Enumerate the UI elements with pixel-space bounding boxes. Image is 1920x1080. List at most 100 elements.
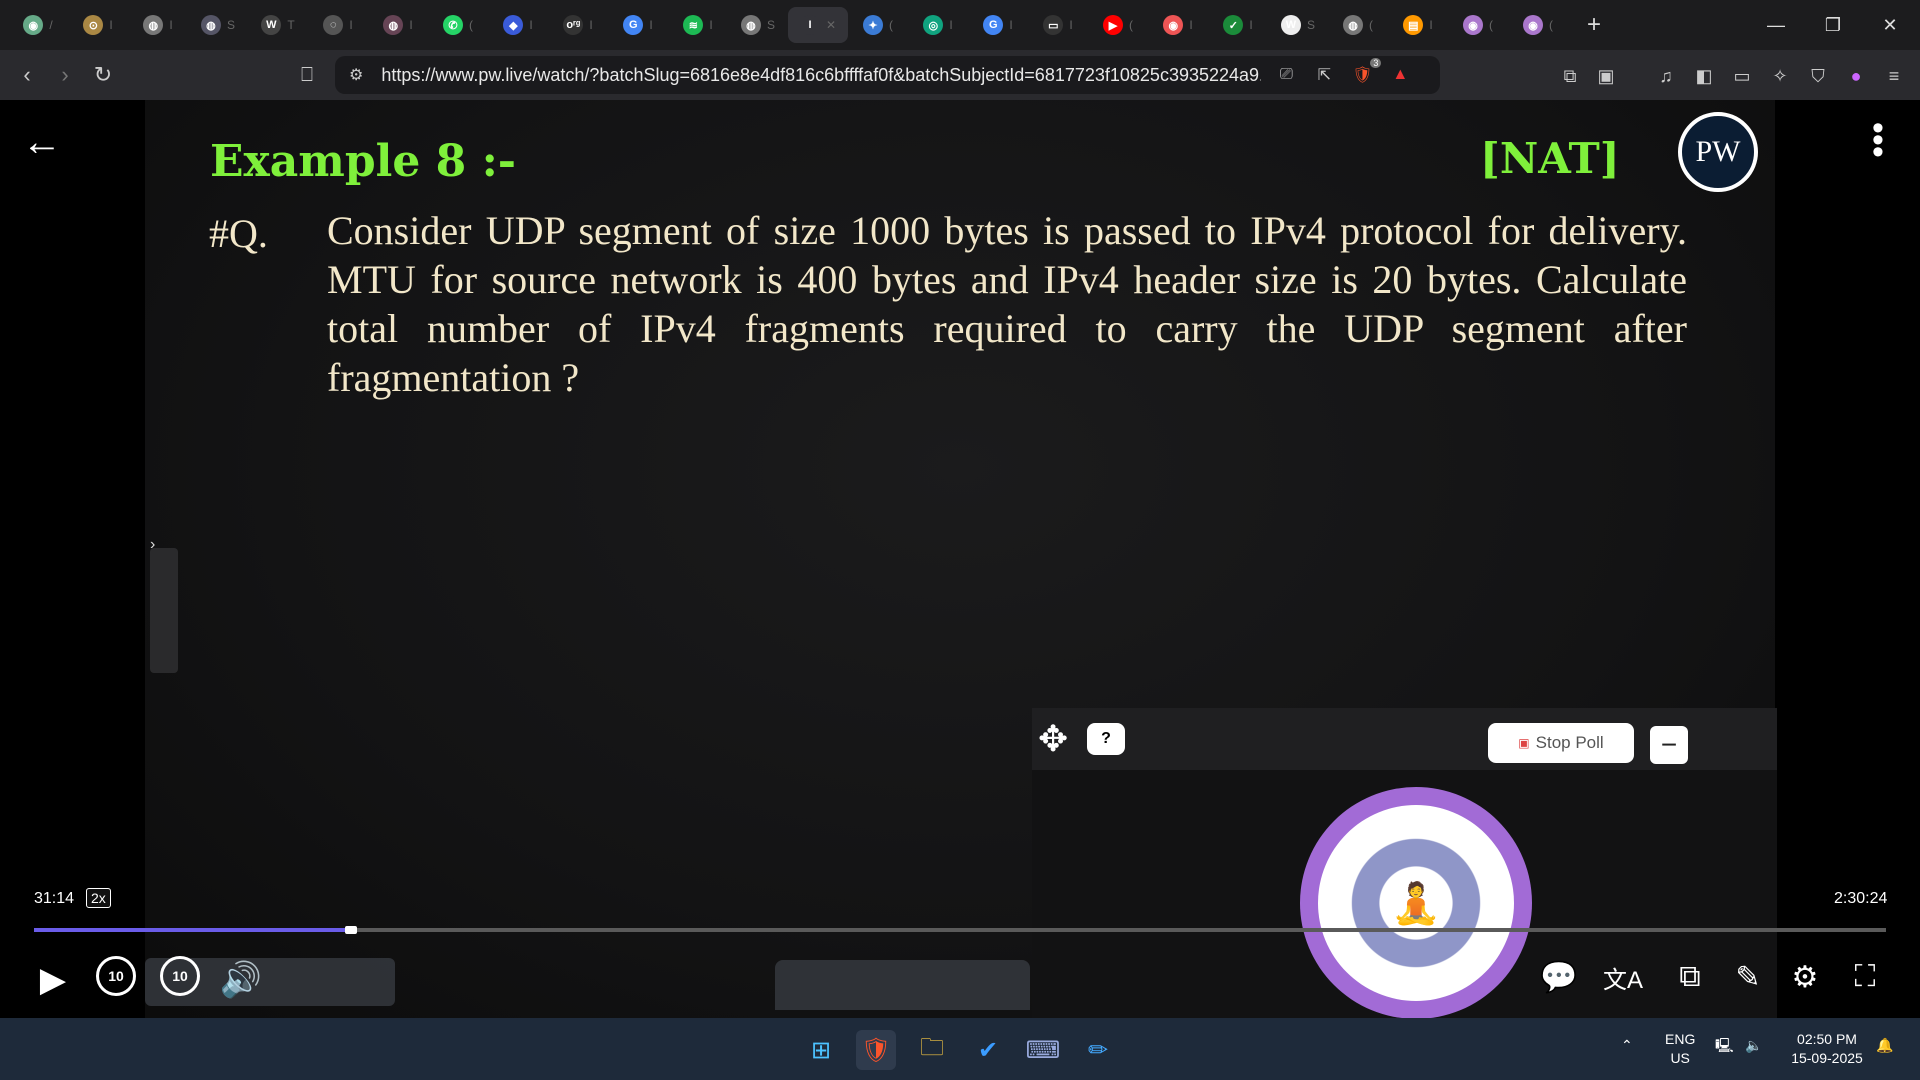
browser-tab[interactable]: ▤ I [1388, 7, 1448, 43]
fullscreen-icon[interactable]: ⛶ [1842, 954, 1888, 1000]
network-icon[interactable]: 🖳 [1715, 1036, 1734, 1055]
tray-chevron-icon[interactable]: ⌃ [1621, 1036, 1633, 1055]
close-window-icon[interactable]: ✕ [1862, 0, 1918, 50]
extensions-icon[interactable]: ⧉ [1556, 62, 1584, 90]
media-icon[interactable]: ♫ [1652, 62, 1680, 90]
browser-tab[interactable]: ✆( [428, 7, 488, 43]
settings-icon[interactable]: ⚙ [1782, 954, 1828, 1000]
browser-tab[interactable]: ▭ I [1028, 7, 1088, 43]
browser-tab[interactable]: ◍( [1328, 7, 1388, 43]
sidebar-icon[interactable]: ◧ [1690, 62, 1718, 90]
browser-tab[interactable]: oʳᵍ I [548, 7, 608, 43]
cast-icon[interactable]: ⎚ [1273, 62, 1299, 88]
player-back-arrow-icon[interactable]: ← [22, 120, 62, 165]
chat-icon[interactable]: 💬 [1536, 954, 1582, 1000]
browser-tab[interactable]: ◉ I [1148, 7, 1208, 43]
notification-bell-icon[interactable]: 🔔 [1876, 1036, 1893, 1055]
stop-poll-label: Stop Poll [1535, 733, 1604, 752]
wallet-icon[interactable]: ▭ [1728, 62, 1756, 90]
seek-bar[interactable] [34, 926, 1886, 934]
address-bar[interactable]: ⚙ https://www.pw.live/watch/?batchSlug=6… [335, 56, 1440, 94]
browser-tab[interactable]: ◆ I [488, 7, 548, 43]
rewind-10-icon[interactable]: 10 [96, 956, 136, 996]
tab-label: ( [1369, 18, 1373, 32]
notes-icon[interactable]: ✎ [1725, 954, 1771, 1000]
playback-speed-badge[interactable]: 2x [86, 888, 111, 908]
side-panel-chevron-icon[interactable]: › [150, 536, 155, 554]
url-text[interactable]: https://www.pw.live/watch/?batchSlug=681… [381, 65, 1261, 86]
browser-tab[interactable]: ▶( [1088, 7, 1148, 43]
browser-tab[interactable]: GI [968, 7, 1028, 43]
gear-meditation-icon: 🧘 [1341, 828, 1491, 978]
site-settings-icon[interactable]: ⚙ [349, 65, 363, 85]
stop-poll-button[interactable]: ▣ Stop Poll [1488, 723, 1634, 763]
browser-tab[interactable]: WT [248, 7, 308, 43]
question-type-tag: [NAT] [1480, 134, 1620, 183]
browser-tab[interactable]: ◉( [1448, 7, 1508, 43]
minimize-poll-button[interactable]: − [1650, 726, 1688, 764]
tab-label: S [226, 18, 235, 32]
menu-icon[interactable]: ≡ [1880, 62, 1908, 90]
speaker-icon[interactable]: 🔈 [1745, 1036, 1762, 1055]
tab-favicon-icon: ✓ [1223, 15, 1244, 35]
paint-icon[interactable]: ✏ [1078, 1030, 1118, 1070]
tab-label: I [709, 18, 713, 32]
question-label: #Q. [209, 211, 268, 256]
browser-tab[interactable]: I ✕ [788, 7, 848, 43]
move-icon[interactable]: ✥ [1038, 718, 1068, 760]
file-explorer-icon[interactable]: 🗀 [912, 1030, 952, 1070]
browser-tab[interactable]: ◌ I [308, 7, 368, 43]
seek-bar-handle[interactable] [344, 926, 357, 934]
profile-icon[interactable]: ● [1842, 62, 1870, 90]
picture-in-picture-icon[interactable]: ⧉ [1667, 954, 1713, 1000]
share-icon[interactable]: ⇱ [1311, 62, 1337, 88]
tab-favicon-icon: ◆ [503, 15, 524, 35]
vpn-icon[interactable]: ⛉ [1804, 62, 1832, 90]
tab-label: I [1429, 18, 1433, 32]
tab-favicon-icon: ≋ [683, 15, 704, 35]
browser-tab[interactable]: ✓ I [1208, 7, 1268, 43]
brave-taskbar-icon[interactable]: 🛡 [856, 1030, 896, 1070]
browser-tab[interactable]: ≋ I [668, 7, 728, 43]
leo-ai-icon[interactable]: ✧ [1766, 62, 1794, 90]
todo-icon[interactable]: ✔ [968, 1030, 1008, 1070]
tab-favicon-icon: ◍ [200, 15, 221, 35]
browser-tab[interactable]: ◍ I [128, 7, 188, 43]
language-indicator[interactable]: ENG US [1665, 1030, 1695, 1068]
browser-tab[interactable]: ◎ I [908, 7, 968, 43]
browser-tab[interactable]: ⊙ I [68, 7, 128, 43]
windows-start-icon[interactable]: ⊞ [801, 1030, 841, 1070]
side-panel-handle[interactable] [150, 548, 178, 673]
forward-10-icon[interactable]: 10 [160, 956, 200, 996]
keyboard-icon[interactable]: ⌨ [1023, 1030, 1063, 1070]
minimize-window-icon[interactable]: — [1748, 0, 1804, 50]
browser-tab[interactable]: ✦( [848, 7, 908, 43]
forward-icon[interactable]: › [46, 56, 84, 94]
brave-shields-icon[interactable]: 🛡 3 [1349, 58, 1382, 88]
browser-tab[interactable]: ◉ / [8, 7, 68, 43]
tab-favicon-icon: ▶ [1103, 15, 1123, 35]
browser-tab[interactable]: GI [608, 7, 668, 43]
translate-icon[interactable]: 文A [1600, 954, 1646, 1000]
reload-icon[interactable]: ↻ [84, 56, 122, 94]
brave-rewards-icon[interactable]: ▲ [1387, 62, 1413, 88]
back-icon[interactable]: ‹ [8, 56, 46, 94]
new-tab-button[interactable]: + [1574, 7, 1614, 43]
browser-tab[interactable]: ◍ S [188, 7, 248, 43]
more-options-icon[interactable]: • • • [1866, 111, 1890, 169]
browser-tab[interactable]: ◍ S [728, 7, 788, 43]
browser-tab[interactable]: ◍ I [368, 7, 428, 43]
browser-tab[interactable]: ◉( [1508, 7, 1568, 43]
tab-label: I [1249, 18, 1253, 32]
reader-icon[interactable]: ▣ [1592, 62, 1620, 90]
clock[interactable]: 02:50 PM 15-09-2025 [1782, 1030, 1872, 1068]
browser-tab-bar: ◉ / ⊙ I ◍ I ◍ S W T ◌ I ◍ I ✆(◆ Ioʳᵍ I G I ≋ I ◍ S I ✕ ✦(◎ I G I ▭ I ▶(… [0, 0, 1920, 50]
bookmark-icon[interactable]: ⎕ [288, 56, 326, 94]
browser-tab[interactable]: WS [1268, 7, 1328, 43]
play-icon[interactable]: ▶ [28, 955, 78, 1005]
annotation-toolbar-center [775, 960, 1030, 1010]
poll-help-button[interactable]: ? [1087, 723, 1125, 755]
restore-window-icon[interactable]: ❐ [1805, 0, 1861, 50]
record-dot-icon: ▣ [1518, 736, 1530, 750]
volume-icon[interactable]: 🔊 [216, 955, 266, 1005]
